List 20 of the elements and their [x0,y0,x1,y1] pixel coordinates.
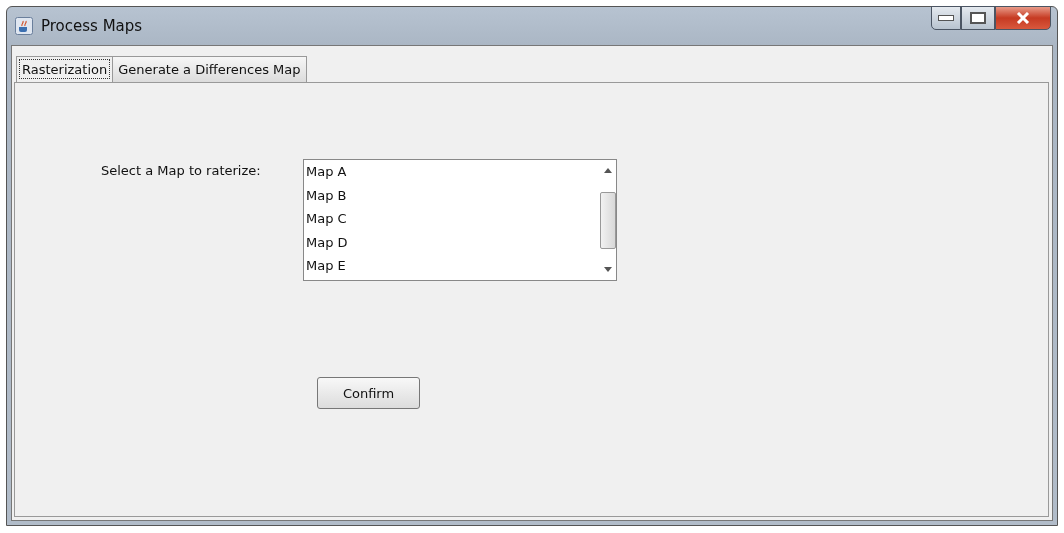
scroll-down-arrow-icon[interactable] [603,267,612,272]
list-item[interactable]: Map A [304,160,599,184]
maximize-button[interactable] [961,6,995,30]
confirm-button[interactable]: Confirm [317,377,420,409]
map-list[interactable]: Map A Map B Map C Map D Map E [303,159,617,281]
list-item[interactable]: Map C [304,207,599,231]
maximize-icon [970,12,986,24]
list-item[interactable]: Map E [304,254,599,278]
field-label: Select a Map to raterize: [101,163,262,178]
window-title: Process Maps [41,17,143,35]
minimize-icon [938,15,954,21]
list-item[interactable]: Map B [304,183,599,207]
tab[interactable]: Rasterization [16,56,114,82]
scroll-up-arrow-icon[interactable] [603,168,612,173]
list-item[interactable]: Map D [304,230,599,254]
tab[interactable]: Generate a Differences Map [112,56,307,82]
coffee-cup-icon [15,17,33,35]
minimize-button[interactable] [931,6,961,30]
close-button[interactable] [995,6,1051,30]
close-icon [1016,12,1030,24]
